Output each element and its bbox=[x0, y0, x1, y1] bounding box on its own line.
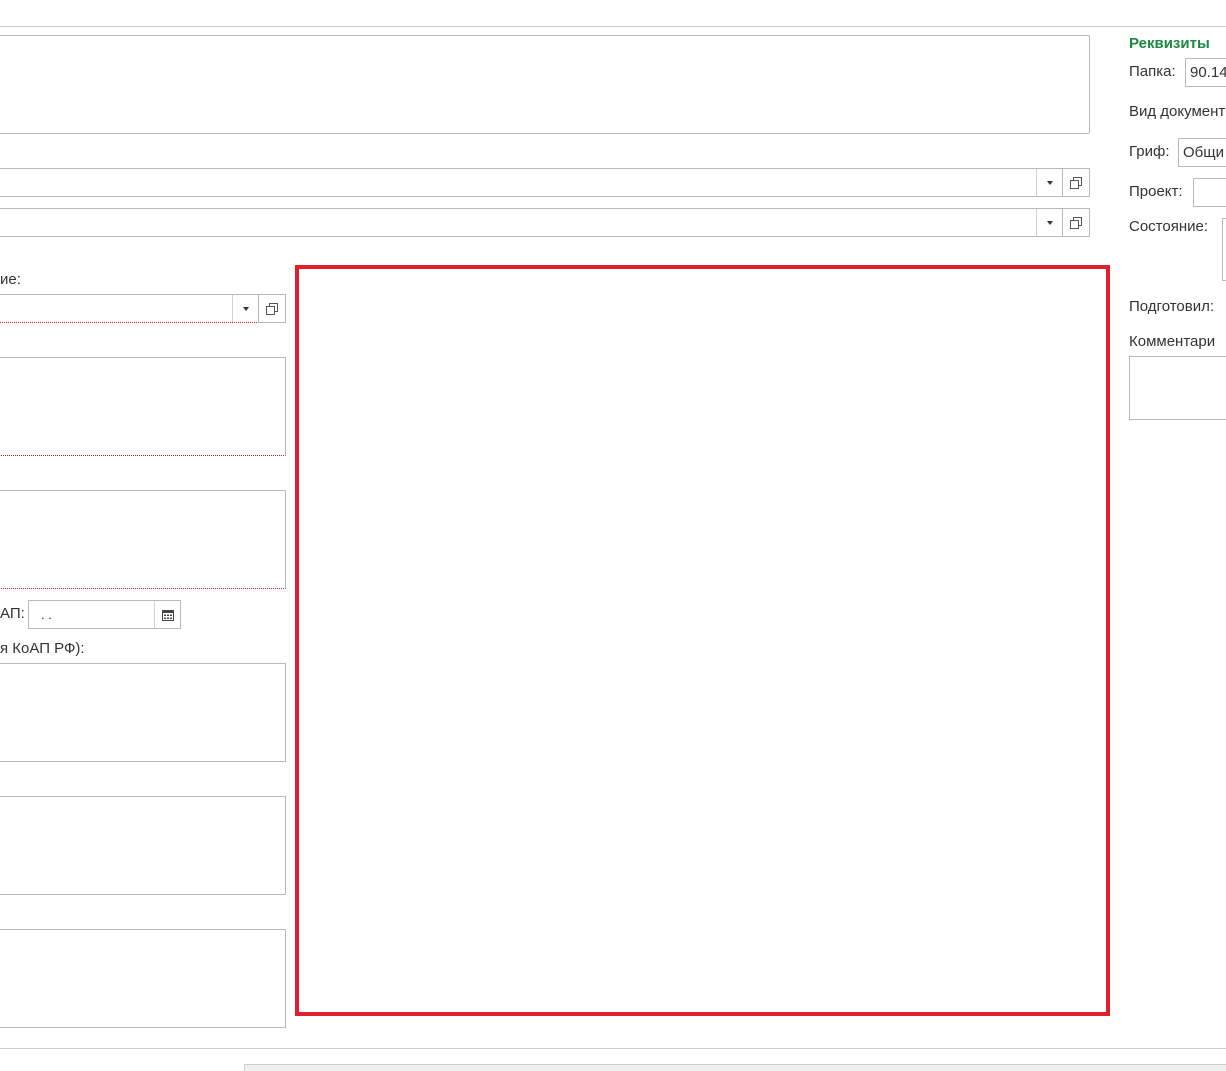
dropdown-button[interactable] bbox=[1036, 169, 1062, 196]
project-input[interactable] bbox=[1193, 178, 1226, 207]
open-button[interactable] bbox=[258, 294, 286, 323]
chevron-down-icon bbox=[242, 306, 249, 311]
calendar-button[interactable] bbox=[154, 601, 180, 628]
date-value: . . bbox=[41, 607, 52, 622]
koap-label: я КоАП РФ): bbox=[0, 640, 85, 657]
chevron-down-icon bbox=[1046, 220, 1053, 225]
left-combo-field[interactable] bbox=[0, 294, 259, 323]
left-textarea-2[interactable] bbox=[0, 490, 286, 589]
combo-field-1[interactable] bbox=[0, 168, 1063, 197]
chevron-down-icon bbox=[1046, 180, 1053, 185]
left-textarea-1[interactable] bbox=[0, 357, 286, 456]
left-textarea-5[interactable] bbox=[0, 929, 286, 1028]
highlight-frame bbox=[295, 265, 1110, 1016]
left-textarea-4[interactable] bbox=[0, 796, 286, 895]
date-input[interactable]: . . bbox=[28, 600, 181, 629]
open-button[interactable] bbox=[1062, 168, 1090, 197]
dropdown-button[interactable] bbox=[232, 295, 258, 322]
calendar-icon bbox=[161, 609, 174, 621]
grif-value: Общи bbox=[1183, 144, 1224, 161]
project-label: Проект: bbox=[1129, 183, 1183, 200]
open-window-icon bbox=[1070, 176, 1082, 189]
combo-field-2[interactable] bbox=[0, 208, 1063, 237]
doc-type-label: Вид документ bbox=[1129, 103, 1226, 120]
open-button[interactable] bbox=[1062, 208, 1090, 237]
bottom-divider bbox=[0, 1048, 1226, 1049]
requisites-title: Реквизиты bbox=[1129, 35, 1210, 52]
state-label: Состояние: bbox=[1129, 218, 1209, 235]
grif-label: Гриф: bbox=[1129, 143, 1170, 160]
title-textarea[interactable] bbox=[0, 35, 1090, 134]
grif-input[interactable]: Общи bbox=[1178, 138, 1226, 167]
field-label-1: ие: bbox=[0, 271, 21, 288]
top-divider bbox=[0, 26, 1226, 27]
dropdown-button[interactable] bbox=[1036, 209, 1062, 236]
open-window-icon bbox=[266, 302, 278, 315]
left-textarea-3[interactable] bbox=[0, 663, 286, 762]
state-input[interactable] bbox=[1222, 218, 1226, 281]
date-label: АП: bbox=[0, 605, 25, 622]
folder-value: 90.14 bbox=[1190, 64, 1226, 81]
folder-label: Папка: bbox=[1129, 63, 1176, 80]
comment-textarea[interactable] bbox=[1129, 356, 1226, 420]
folder-input[interactable]: 90.14 bbox=[1185, 58, 1226, 87]
comment-label: Комментари bbox=[1129, 333, 1216, 350]
open-window-icon bbox=[1070, 216, 1082, 229]
prepared-label: Подготовил: bbox=[1129, 298, 1215, 315]
